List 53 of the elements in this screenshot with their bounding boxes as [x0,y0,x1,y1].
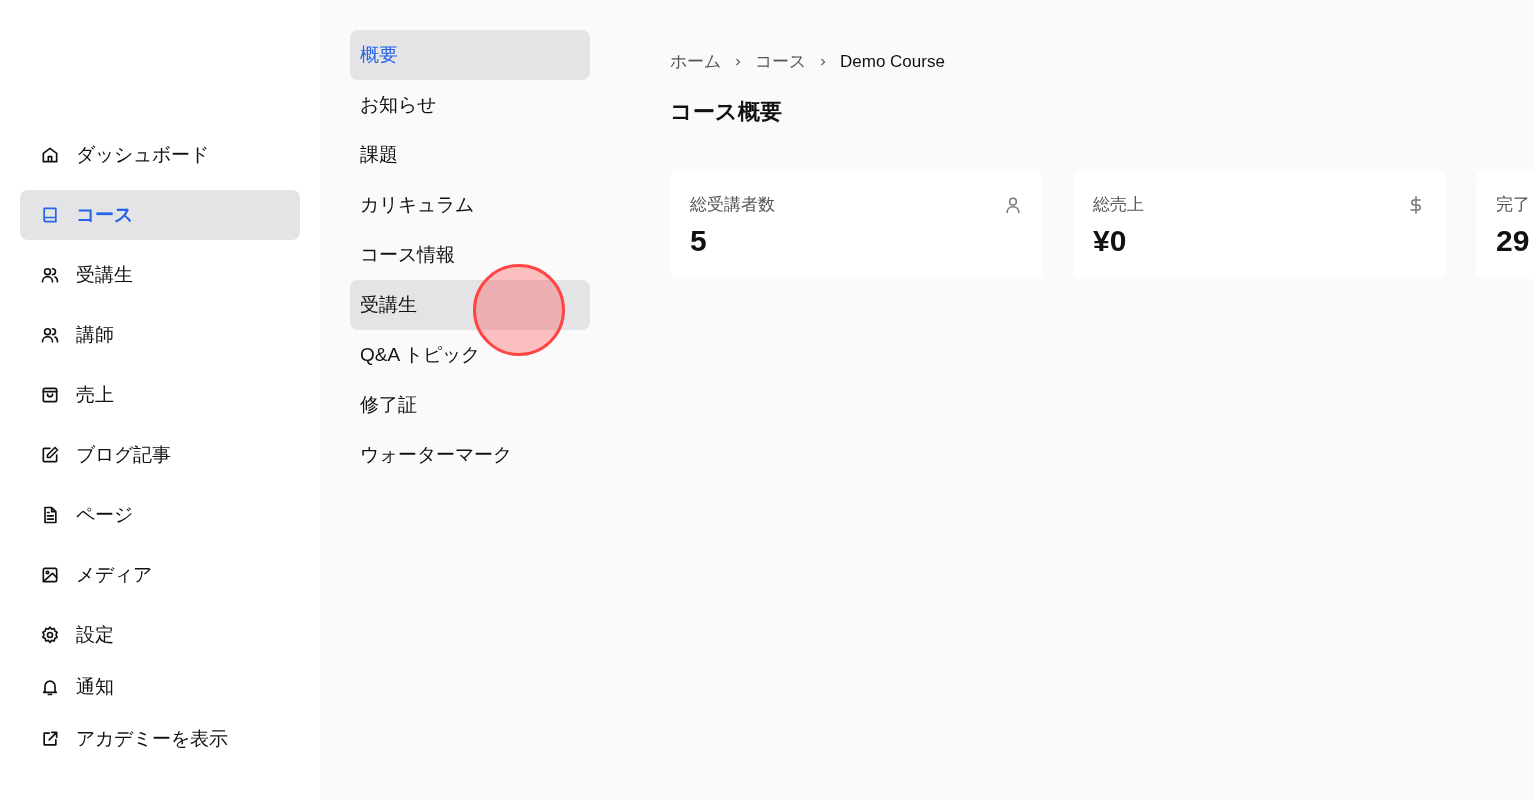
course-nav-item[interactable]: 受講生 [350,280,590,330]
chevron-right-icon [733,56,743,67]
stat-value: ¥0 [1093,224,1128,258]
course-nav-item[interactable]: Q&A トピック [350,330,590,380]
sidebar-label: ページ [76,503,133,527]
sidebar-label: 通知 [76,675,114,699]
sidebar-label: メディア [76,563,152,587]
sidebar-label: 設定 [76,623,114,647]
course-nav-item[interactable]: 課題 [350,130,590,180]
book-icon [40,205,60,225]
chevron-right-icon [818,56,828,67]
stat-value: 29 [1496,224,1531,258]
sidebar-label: 受講生 [76,263,133,287]
page-title: コース概要 [670,98,783,126]
image-icon [40,565,60,585]
course-nav-item[interactable]: 修了証 [350,380,590,430]
sidebar-item[interactable]: ダッシュボード [20,130,300,180]
sidebar-item[interactable]: メディア [20,550,300,600]
sidebar-label: コース [76,203,133,227]
stat-label: 完了 [1496,194,1530,216]
course-nav-item[interactable]: ウォーターマーク [350,430,590,480]
course-nav-item[interactable]: お知らせ [350,80,590,130]
shopping-bag-icon [40,385,60,405]
course-nav-item[interactable]: カリキュラム [350,180,590,230]
sidebar-item[interactable]: アカデミーを表示 [20,714,300,764]
sidebar-item[interactable]: 通知 [20,662,300,712]
sidebar-label: ブログ記事 [76,443,171,467]
course-nav-item[interactable]: コース情報 [350,230,590,280]
stat-label: 総売上 [1093,194,1144,216]
sidebar-item[interactable]: ブログ記事 [20,430,300,480]
users-icon [40,325,60,345]
users-icon [40,265,60,285]
breadcrumb-link[interactable]: コース [755,50,806,73]
home-icon [40,145,60,165]
sidebar-item[interactable]: ページ [20,490,300,540]
sidebar-item[interactable]: コース [20,190,300,240]
settings-icon [40,625,60,645]
external-link-icon [40,729,60,749]
breadcrumb-link[interactable]: Demo Course [840,51,945,72]
sidebar-item[interactable]: 講師 [20,310,300,360]
sidebar-label: ダッシュボード [76,143,209,167]
sidebar-item[interactable]: 売上 [20,370,300,420]
sidebar-item[interactable]: 受講生 [20,250,300,300]
sidebar-label: 講師 [76,323,114,347]
sidebar-label: 売上 [76,383,114,407]
bell-icon [40,677,60,697]
sidebar-label: アカデミーを表示 [76,727,228,751]
edit-icon [40,445,60,465]
stat-value: 5 [690,224,708,258]
breadcrumb-link[interactable]: ホーム [670,50,721,73]
stat-label: 総受講者数 [690,194,775,216]
course-nav-item[interactable]: 概要 [350,30,590,80]
sidebar-item[interactable]: 設定 [20,610,300,660]
